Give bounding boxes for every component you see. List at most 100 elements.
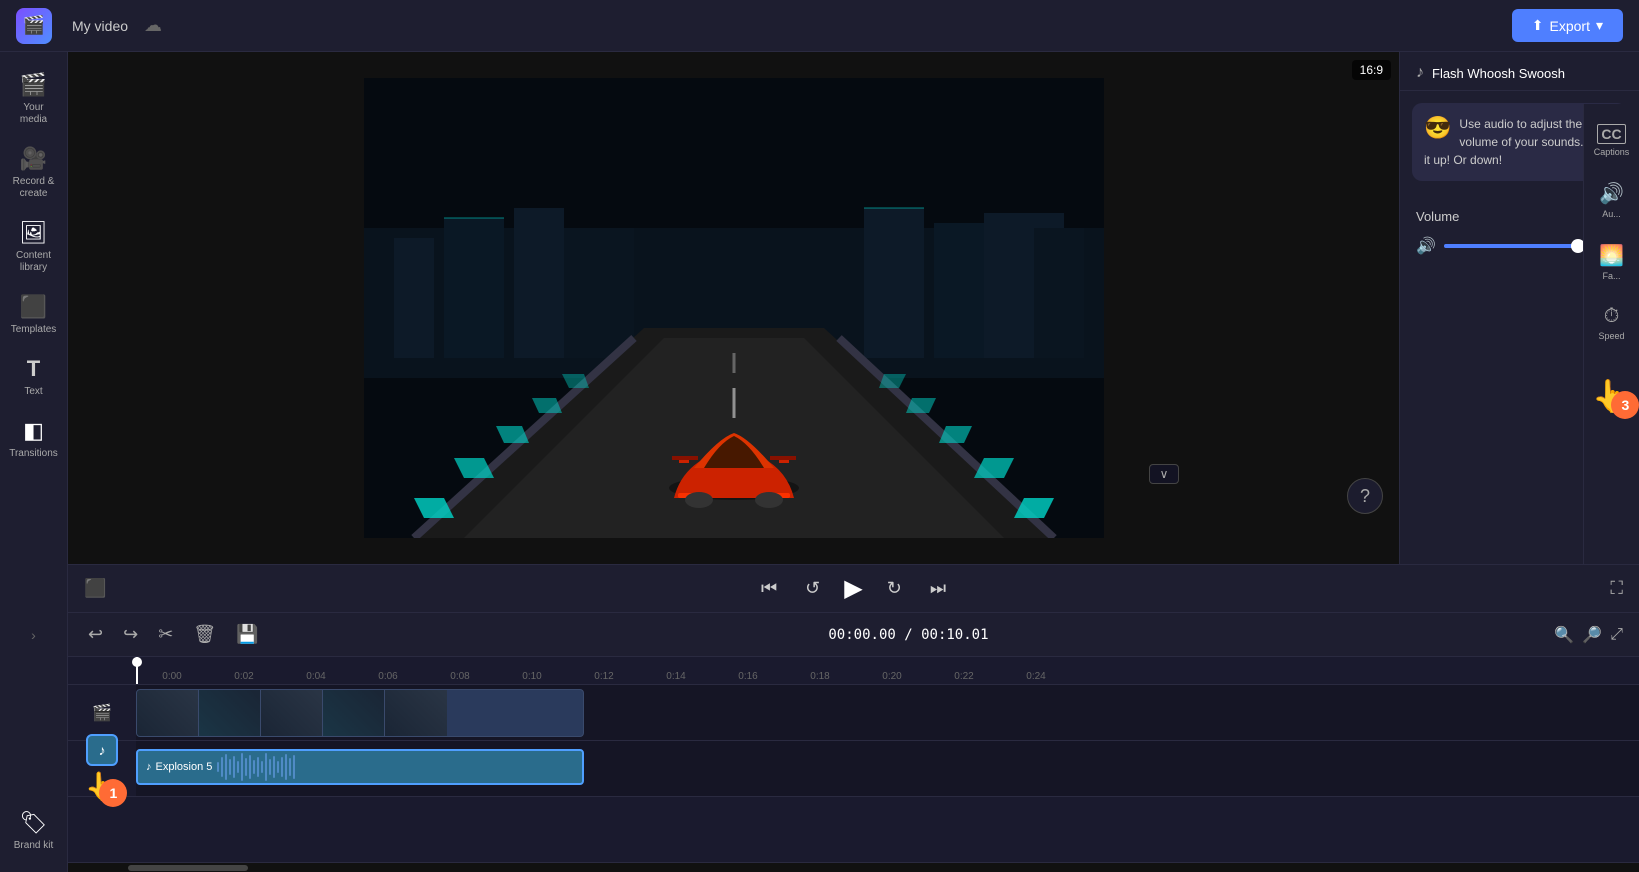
- playhead-dot: [132, 657, 142, 667]
- clip-thumbnail-3: [261, 690, 323, 736]
- video-frame: [364, 78, 1104, 538]
- ruler-mark-8: 0:08: [424, 671, 496, 682]
- clip-thumbnail-1: [137, 690, 199, 736]
- preview-area: 16:9 ? ∨ ♪ Flash Whoosh Swoosh ✕ 😎: [68, 52, 1639, 564]
- waveform-bar: [217, 762, 219, 772]
- your-media-icon: 🎬: [20, 72, 47, 98]
- waveform-bar: [261, 761, 263, 772]
- ruler-mark-6: 0:06: [352, 671, 424, 682]
- sidebar-item-templates[interactable]: ⬛ Templates: [4, 286, 64, 344]
- audio-title: Flash Whoosh Swoosh: [1432, 66, 1565, 81]
- redo-button[interactable]: ↪: [119, 620, 142, 649]
- cloud-icon: ☁: [144, 15, 162, 36]
- zoom-in-button[interactable]: 🔎: [1582, 625, 1602, 645]
- help-button[interactable]: ?: [1347, 478, 1383, 514]
- project-name[interactable]: My video: [72, 18, 128, 34]
- export-icon: ⬆: [1532, 17, 1544, 34]
- ruler-marks: 0:00 0:02 0:04 0:06 0:08 0:10: [136, 657, 1072, 684]
- timeline-section: ↩ ↪ ✂ 🗑 💾 00:00.00 / 00:10.01 🔍 🔎 ⤢: [68, 612, 1639, 872]
- sidebar-expand-button[interactable]: ›: [23, 619, 44, 651]
- undo-button[interactable]: ↩: [84, 620, 107, 649]
- sidebar-item-brand-kit[interactable]: 🏷 Brand kit: [4, 802, 64, 860]
- rewind-button[interactable]: ↺: [801, 574, 824, 603]
- topbar: 🎬 My video ☁ ⬆ Export ▾: [0, 0, 1639, 52]
- sidebar-item-text[interactable]: T Text: [4, 348, 64, 406]
- main-layout: 🎬 Your media 🎥 Record & create 🖼 Content…: [0, 52, 1639, 872]
- zoom-out-button[interactable]: 🔍: [1554, 625, 1574, 645]
- help-icon: ?: [1360, 486, 1370, 507]
- video-scene-svg: [364, 78, 1104, 538]
- ruler-mark-2: 0:02: [208, 671, 280, 682]
- ruler-mark-14: 0:14: [640, 671, 712, 682]
- video-clip[interactable]: [136, 689, 584, 737]
- audio-clip[interactable]: ♪ Explosion 5: [136, 749, 584, 785]
- export-button[interactable]: ⬆ Export ▾: [1512, 9, 1623, 42]
- audio-panel-label: Au...: [1602, 209, 1621, 219]
- timeline-scrollbar[interactable]: [68, 862, 1639, 872]
- step-badge-3: 3: [1611, 391, 1639, 419]
- left-sidebar: 🎬 Your media 🎥 Record & create 🖼 Content…: [0, 52, 68, 872]
- audio-clip-label: ♪ Explosion 5: [138, 761, 212, 773]
- sidebar-item-content-library[interactable]: 🖼 Content library: [4, 212, 64, 282]
- waveform-bar: [245, 758, 247, 776]
- sidebar-label-your-media: Your media: [10, 102, 58, 126]
- fast-forward-button[interactable]: ↻: [883, 574, 906, 603]
- audio-note-icon: ♪: [1416, 64, 1424, 82]
- sidebar-item-transitions[interactable]: ◧ Transitions: [4, 410, 64, 468]
- audio-track-label: ♪ 👆 1: [68, 734, 136, 803]
- sidebar-item-fade[interactable]: 🌅 Fa...: [1586, 235, 1638, 289]
- waveform-bar: [289, 758, 291, 776]
- transitions-icon: ◧: [23, 418, 44, 444]
- audio-panel-icon: 🔊: [1599, 181, 1624, 206]
- sidebar-label-record: Record & create: [10, 176, 58, 200]
- text-icon: T: [27, 356, 40, 382]
- clip-thumbnail-4: [323, 690, 385, 736]
- waveform-bar: [273, 756, 275, 778]
- audio-track-icon: ♪: [99, 742, 106, 758]
- volume-fill: [1444, 244, 1578, 248]
- sidebar-item-record-create[interactable]: 🎥 Record & create: [4, 138, 64, 208]
- save-frame-button[interactable]: 💾: [232, 620, 262, 649]
- sidebar-item-audio[interactable]: 🔊 Au...: [1586, 173, 1638, 227]
- step-badge-1: 1: [99, 779, 127, 807]
- waveform-bar: [233, 756, 235, 778]
- collapse-button[interactable]: ∨: [1149, 464, 1179, 484]
- skip-back-button[interactable]: ⏮: [757, 574, 781, 603]
- sidebar-item-your-media[interactable]: 🎬 Your media: [4, 64, 64, 134]
- waveform-bar: [265, 753, 267, 780]
- audio-track: ♪ 👆 1 ♪ Explosion 5: [68, 741, 1639, 797]
- fit-button[interactable]: ⤢: [1610, 626, 1623, 644]
- right-panel: ♪ Flash Whoosh Swoosh ✕ 😎 Use audio to a…: [1399, 52, 1639, 564]
- cut-button[interactable]: ✂: [154, 620, 177, 649]
- sidebar-item-speed[interactable]: ⏱ Speed: [1586, 297, 1638, 349]
- audio-panel-header: ♪ Flash Whoosh Swoosh: [1400, 52, 1639, 91]
- sidebar-item-captions[interactable]: CC Captions: [1586, 116, 1638, 165]
- scroll-thumb[interactable]: [128, 865, 248, 871]
- ruler-mark-22: 0:22: [928, 671, 1000, 682]
- export-chevron-icon: ▾: [1596, 17, 1603, 34]
- waveform-bar: [269, 759, 271, 775]
- video-track-label: 🎬: [68, 703, 136, 723]
- delete-button[interactable]: 🗑: [189, 620, 220, 649]
- video-preview: 16:9 ? ∨: [68, 52, 1399, 564]
- audio-clip-icon: ♪: [146, 761, 152, 773]
- aspect-ratio-badge: 16:9: [1352, 60, 1391, 80]
- ruler-mark-10: 0:10: [496, 671, 568, 682]
- play-button[interactable]: ▶: [844, 574, 862, 603]
- timeline-toolbar: ↩ ↪ ✂ 🗑 💾 00:00.00 / 00:10.01 🔍 🔎 ⤢: [68, 613, 1639, 657]
- timeline-ruler: 0:00 0:02 0:04 0:06 0:08 0:10: [68, 657, 1639, 685]
- waveform-bar: [257, 757, 259, 778]
- clip-thumbnail-5: [385, 690, 447, 736]
- fade-icon: 🌅: [1599, 243, 1624, 268]
- hand-indicator-1-area: ♪ 👆 1: [85, 734, 120, 803]
- ruler-mark-18: 0:18: [784, 671, 856, 682]
- skip-forward-button[interactable]: ⏭: [926, 574, 950, 603]
- volume-label: Volume: [1416, 209, 1459, 224]
- fullscreen-button[interactable]: ⛶: [1610, 578, 1623, 599]
- captions-icon: CC: [1597, 124, 1625, 144]
- playback-controls: ⬛ ⏮ ↺ ▶ ↻ ⏭ ⛶: [68, 564, 1639, 612]
- sidebar-label-text: Text: [24, 386, 42, 398]
- captions-button[interactable]: ⬛: [84, 578, 106, 599]
- waveform-bar: [225, 754, 227, 780]
- video-track: 🎬: [68, 685, 1639, 741]
